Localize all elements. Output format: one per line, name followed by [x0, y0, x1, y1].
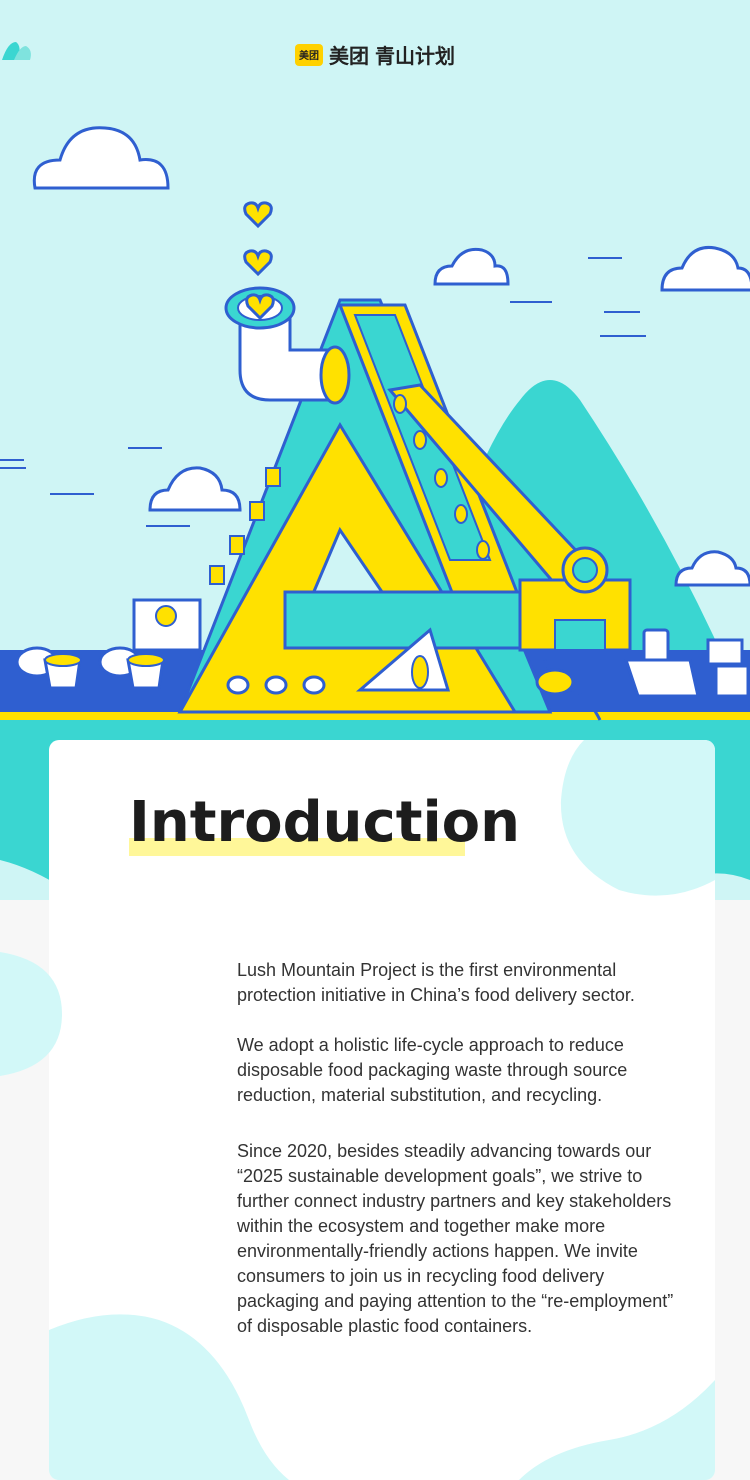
floor-discs — [226, 675, 326, 695]
decorative-blob — [0, 952, 62, 1076]
lush-mountain-logo-icon — [2, 42, 31, 60]
button-station — [132, 598, 202, 652]
intro-paragraph-2: We adopt a holistic life-cycle approach … — [237, 1035, 628, 1105]
meituan-logo-icon: 美团 — [295, 43, 323, 66]
meituan-name: 美团 — [329, 46, 369, 68]
intro-card: Introduction Lush Mountain Project is th… — [49, 740, 715, 1480]
intro-paragraph-3: Since 2020, besides steadily advancing t… — [237, 1141, 674, 1336]
intro-paragraph-1: Lush Mountain Project is the first envir… — [237, 960, 635, 1005]
title-block: Introduction — [129, 788, 520, 858]
project-name: 青山计划 — [375, 46, 455, 68]
page-title: Introduction — [129, 790, 521, 855]
header-logos: 美团 美团 青山计划 — [0, 40, 750, 69]
